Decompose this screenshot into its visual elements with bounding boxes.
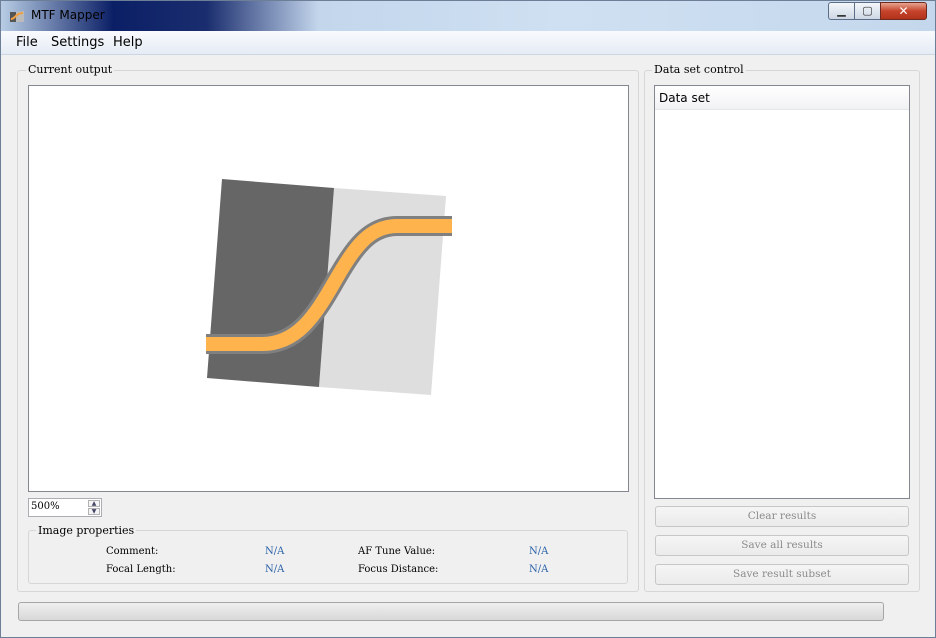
af-tune-value: N/A xyxy=(529,546,549,557)
image-properties-group xyxy=(28,530,628,584)
comment-value: N/A xyxy=(265,546,285,557)
edge-image xyxy=(206,179,452,395)
focus-distance-value: N/A xyxy=(529,564,549,575)
zoom-value: 500% xyxy=(31,501,60,512)
output-image-view[interactable] xyxy=(28,85,629,492)
focus-distance-label: Focus Distance: xyxy=(358,564,439,575)
zoom-spinbox[interactable]: 500% ▲ ▼ xyxy=(28,498,102,517)
maximize-button[interactable]: ▢ xyxy=(854,2,881,20)
maximize-icon: ▢ xyxy=(862,4,873,17)
menu-bar: File Settings Help xyxy=(1,31,935,55)
zoom-up-arrow-icon[interactable]: ▲ xyxy=(88,500,100,507)
dataset-list[interactable]: Data set xyxy=(654,85,910,499)
save-result-subset-label: Save result subset xyxy=(733,568,831,580)
save-result-subset-button[interactable]: Save result subset xyxy=(655,564,909,585)
focal-length-label: Focal Length: xyxy=(106,564,176,575)
close-icon: ✕ xyxy=(898,4,909,18)
dataset-column-label: Data set xyxy=(659,91,710,105)
progress-bar xyxy=(18,602,884,621)
menu-settings[interactable]: Settings xyxy=(51,35,104,50)
dark-region xyxy=(207,179,334,387)
title-bar[interactable]: MTF Mapper ▁ ▢ ✕ xyxy=(1,1,935,31)
close-button[interactable]: ✕ xyxy=(880,2,927,20)
save-all-results-button[interactable]: Save all results xyxy=(655,535,909,556)
zoom-down-arrow-icon[interactable]: ▼ xyxy=(88,508,100,515)
clear-results-button[interactable]: Clear results xyxy=(655,506,909,527)
menu-help[interactable]: Help xyxy=(113,35,143,50)
clear-results-label: Clear results xyxy=(747,510,817,522)
dataset-control-title: Data set control xyxy=(652,63,746,76)
minimize-icon: ▁ xyxy=(837,4,846,17)
menu-file[interactable]: File xyxy=(16,35,38,50)
mtf-mapper-app-icon xyxy=(10,11,24,22)
focal-length-value: N/A xyxy=(265,564,285,575)
minimize-button[interactable]: ▁ xyxy=(828,2,855,20)
save-all-results-label: Save all results xyxy=(741,539,823,551)
current-output-title: Current output xyxy=(26,63,115,76)
main-window: MTF Mapper ▁ ▢ ✕ File Settings Help Curr… xyxy=(0,0,936,638)
window-title: MTF Mapper xyxy=(31,8,105,22)
comment-label: Comment: xyxy=(106,546,159,557)
af-tune-label: AF Tune Value: xyxy=(358,546,436,557)
dataset-column-header[interactable]: Data set xyxy=(655,86,909,110)
image-properties-title: Image properties xyxy=(36,524,137,537)
